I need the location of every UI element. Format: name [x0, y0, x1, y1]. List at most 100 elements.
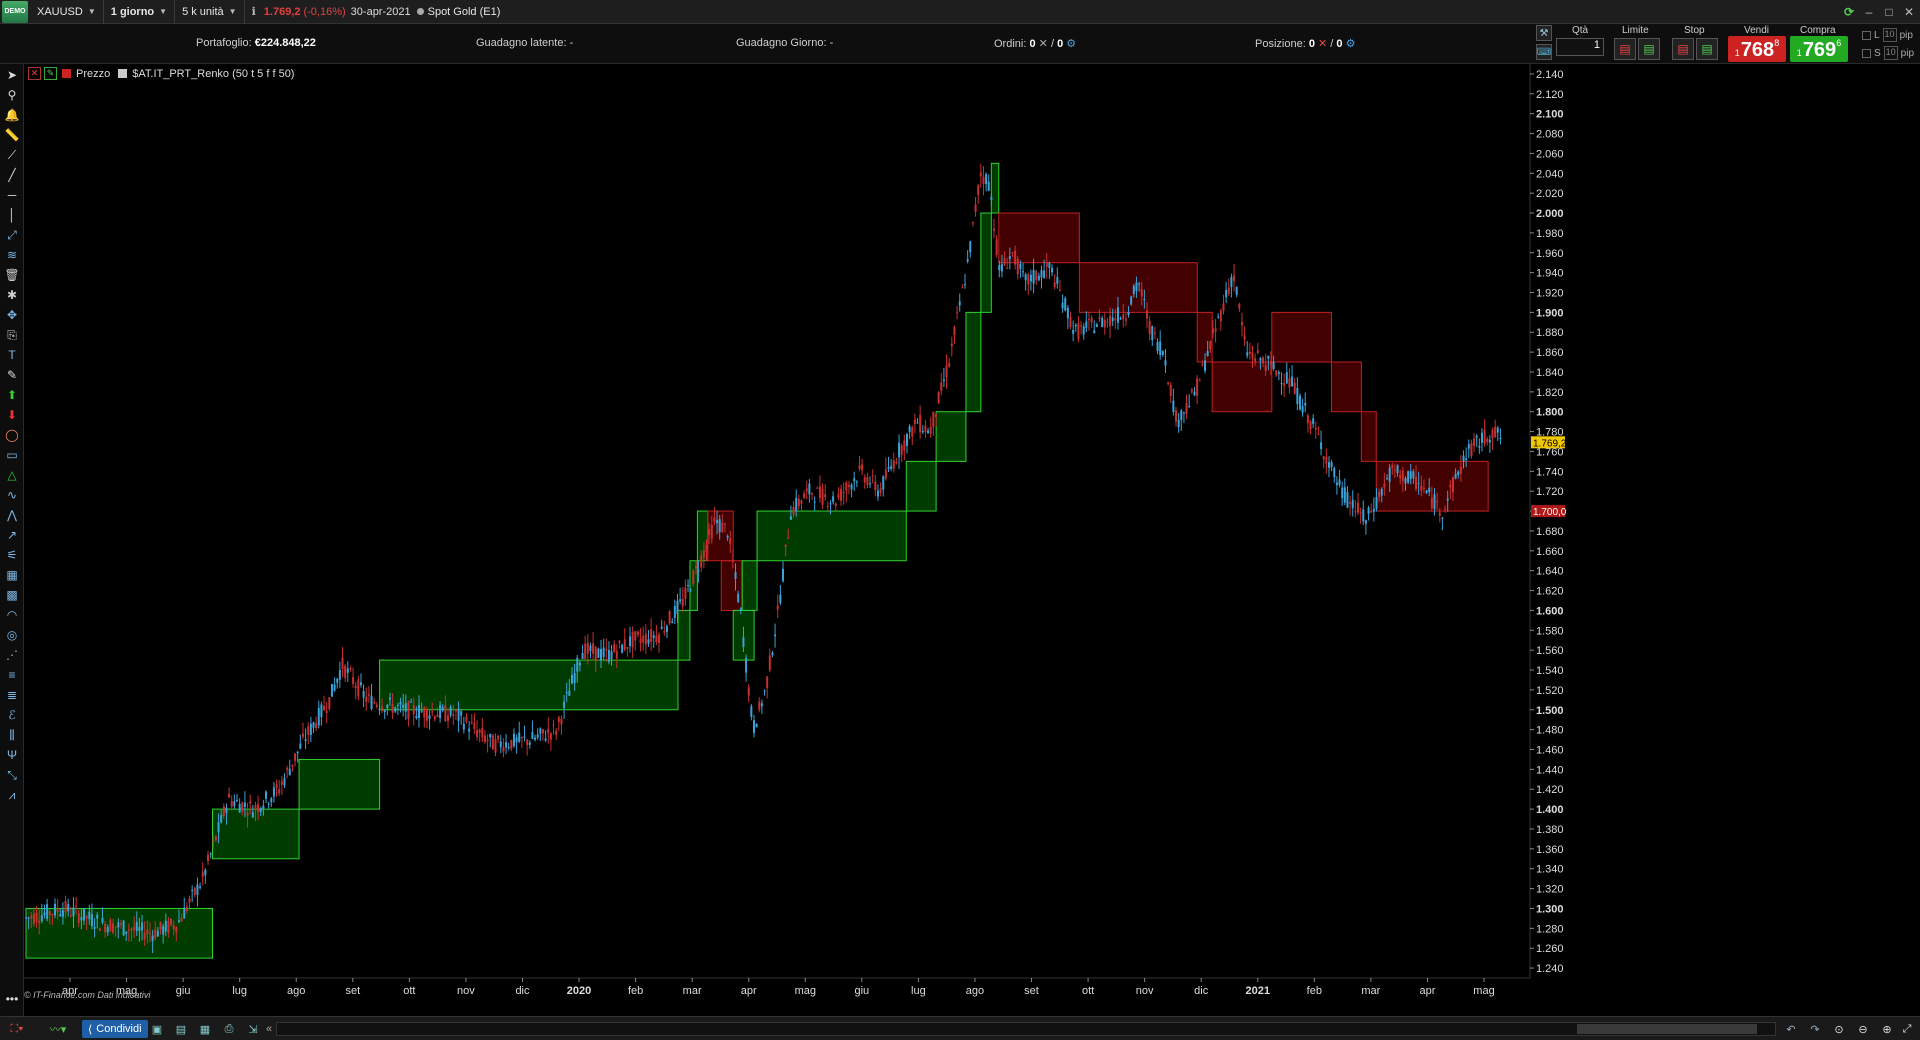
alert-bell-icon[interactable]: 🔔: [3, 106, 21, 124]
line-icon[interactable]: ╱: [3, 166, 21, 184]
qty-input[interactable]: 1: [1556, 38, 1604, 56]
close-button[interactable]: ✕: [1902, 5, 1916, 19]
elliott-icon[interactable]: ℰ: [3, 706, 21, 724]
price-chart[interactable]: 2.140 2.120 2.100 2.080 2.060 2.040 2.020 2.000…: [24, 64, 1880, 1000]
price-tick-label: 1.260: [1536, 943, 1564, 955]
text-tool-icon[interactable]: T: [3, 346, 21, 364]
arrow-up-icon[interactable]: ⬆: [3, 386, 21, 404]
chart-canvas[interactable]: 2.140 2.120 2.100 2.080 2.060 2.040 2.020 2.000…: [24, 64, 1880, 1000]
stop-sell-button[interactable]: ▤: [1672, 38, 1694, 60]
candle-body: [241, 802, 244, 812]
ruler-icon[interactable]: 📏: [3, 126, 21, 144]
zoom-out-icon[interactable]: ⊖: [1854, 1020, 1872, 1038]
gann-line-icon[interactable]: ↗: [3, 526, 21, 544]
info-icon[interactable]: ℹ: [252, 5, 256, 18]
limit-label: Limite: [1622, 25, 1649, 36]
copy-icon[interactable]: ⎘: [3, 326, 21, 344]
position-settings-icon[interactable]: ⚙: [1346, 38, 1356, 50]
move-icon[interactable]: ✥: [3, 306, 21, 324]
minimize-button[interactable]: –: [1862, 5, 1876, 19]
maximize-button[interactable]: □: [1882, 5, 1896, 19]
chart-scrollbar[interactable]: [276, 1022, 1776, 1036]
orders-cancel-icon[interactable]: ✕: [1039, 38, 1048, 50]
renko-brick: [965, 311, 982, 413]
fit-icon[interactable]: ⤢: [1898, 1020, 1916, 1038]
edit-indicator-icon[interactable]: ✎: [44, 67, 57, 80]
channel-icon[interactable]: ≋: [3, 246, 21, 264]
arrow-down-icon[interactable]: ⬇: [3, 406, 21, 424]
zigzag-icon[interactable]: ⋀: [3, 506, 21, 524]
symbol-selector[interactable]: XAUUSD ▼: [30, 0, 104, 24]
undo-icon[interactable]: ↶: [1782, 1020, 1800, 1038]
orders[interactable]: Ordini: 0 ✕ / 0 ⚙: [994, 37, 1076, 50]
grid-icon[interactable]: ▦: [196, 1020, 214, 1038]
share-button[interactable]: ⟨ Condividi: [82, 1020, 148, 1038]
pitchfork-icon[interactable]: Ψ: [3, 746, 21, 764]
scrollbar-thumb[interactable]: [1577, 1024, 1757, 1034]
zoom-in-icon[interactable]: ⊕: [1878, 1020, 1896, 1038]
segment-icon[interactable]: ⟋: [3, 146, 21, 164]
sync-icon[interactable]: ⟳: [1842, 5, 1856, 19]
position-cancel-icon[interactable]: ✕: [1318, 38, 1327, 50]
limit-pips-input[interactable]: 10: [1882, 28, 1897, 42]
fibonacci-retracement-icon[interactable]: ≡: [3, 666, 21, 684]
collapse-icon[interactable]: «: [262, 1020, 276, 1038]
keyboard-icon[interactable]: ⌨: [1536, 44, 1552, 60]
legend-indicator-label[interactable]: $AT.IT_PRT_Renko (50 t 5 f f 50): [132, 68, 294, 80]
buy-button[interactable]: 1 769 6: [1790, 36, 1848, 62]
fibonacci-expansion-icon[interactable]: ≣: [3, 686, 21, 704]
limit-sell-button[interactable]: ▤: [1614, 38, 1636, 60]
close-indicator-icon[interactable]: ✕: [28, 67, 41, 80]
fibonacci-circles-icon[interactable]: ◎: [3, 626, 21, 644]
stop-pips-checkbox[interactable]: [1862, 48, 1871, 58]
gann-box-icon[interactable]: ▦: [3, 566, 21, 584]
andrews-icon[interactable]: ⩘: [3, 786, 21, 804]
gann-grid-icon[interactable]: ▩: [3, 586, 21, 604]
candle-body: [731, 560, 734, 562]
limit-buy-button[interactable]: ▤: [1638, 38, 1660, 60]
fibonacci-fan-icon[interactable]: ⋰: [3, 646, 21, 664]
vertical-line-icon[interactable]: │: [3, 206, 21, 224]
wave-icon[interactable]: ∿: [3, 486, 21, 504]
chart-type-icon[interactable]: 〰▾: [40, 1020, 76, 1038]
horizontal-line-icon[interactable]: ─: [3, 186, 21, 204]
template-icon[interactable]: ▣: [148, 1020, 166, 1038]
layout-icon[interactable]: ⛶▾: [2, 1020, 32, 1038]
export-icon[interactable]: ⇲: [244, 1020, 262, 1038]
candle-body: [362, 690, 365, 698]
zoom-icon[interactable]: ⚲: [3, 86, 21, 104]
candle-body: [143, 932, 146, 940]
limit-pips-checkbox[interactable]: [1862, 30, 1871, 40]
stop-buy-button[interactable]: ▤: [1696, 38, 1718, 60]
trash-icon[interactable]: 🗑: [3, 266, 21, 284]
redo-icon[interactable]: ↷: [1806, 1020, 1824, 1038]
ellipse-icon[interactable]: ◯: [3, 426, 21, 444]
print-icon[interactable]: ⎙: [220, 1020, 238, 1038]
brush-icon[interactable]: ✎: [3, 366, 21, 384]
indicator-icon[interactable]: ▤: [172, 1020, 190, 1038]
units-selector[interactable]: 5 k unità ▼: [175, 0, 245, 24]
zoom-reset-icon[interactable]: ⊙: [1830, 1020, 1848, 1038]
legend-price-label[interactable]: Prezzo: [76, 68, 110, 80]
candle-body: [964, 284, 967, 286]
timeframe-selector[interactable]: 1 giorno ▼: [104, 0, 176, 24]
order-settings-icon[interactable]: ⚒: [1536, 25, 1552, 41]
trend-tool-icon[interactable]: ⤢: [3, 226, 21, 244]
fibonacci-time-icon[interactable]: ⫼: [3, 726, 21, 744]
orders-settings-icon[interactable]: ⚙: [1066, 38, 1076, 50]
sell-button[interactable]: 1 768 8: [1728, 36, 1786, 62]
candle-body: [1029, 274, 1032, 282]
position[interactable]: Posizione: 0 ✕ / 0 ⚙: [1255, 37, 1355, 50]
fibonacci-arcs-icon[interactable]: ◠: [3, 606, 21, 624]
more-tools-icon[interactable]: •••: [3, 990, 21, 1008]
price-tick-label: 1.480: [1536, 725, 1564, 737]
triangle-icon[interactable]: △: [3, 466, 21, 484]
rectangle-icon[interactable]: ▭: [3, 446, 21, 464]
candle-body: [650, 629, 653, 643]
pointer-icon[interactable]: ➤: [3, 66, 21, 84]
regression-icon[interactable]: ⤡: [3, 766, 21, 784]
stop-pips-input[interactable]: 10: [1883, 46, 1898, 60]
candle-body: [119, 923, 122, 925]
settings-tool-icon[interactable]: ✱: [3, 286, 21, 304]
gann-fan-icon[interactable]: ⚟: [3, 546, 21, 564]
